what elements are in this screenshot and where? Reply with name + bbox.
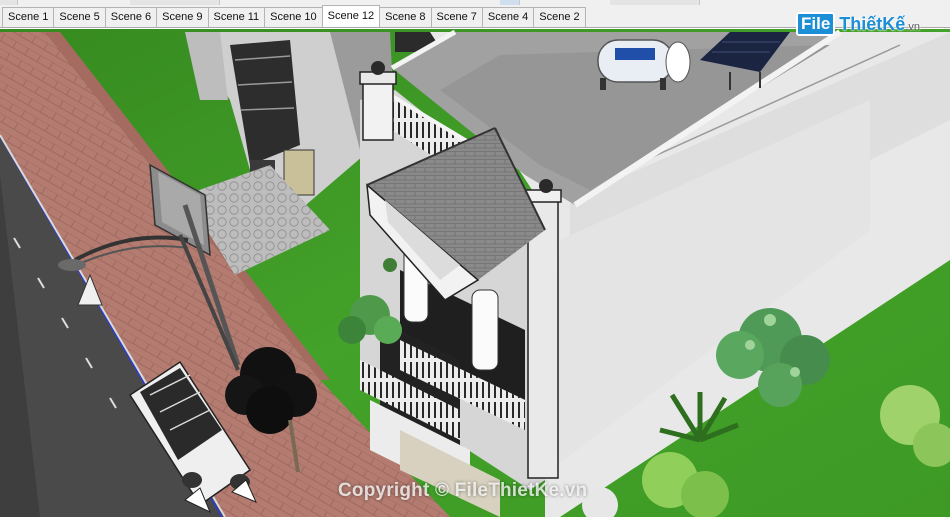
scene-tab-scene-4[interactable]: Scene 4	[481, 7, 535, 27]
scene-tab-scene-10[interactable]: Scene 10	[264, 7, 323, 27]
3d-viewport[interactable]	[0, 29, 950, 517]
logo-suffix: .vn	[905, 20, 920, 33]
scene-tab-scene-8[interactable]: Scene 8	[379, 7, 432, 27]
scene-render	[0, 29, 950, 517]
scene-tab-scene-2[interactable]: Scene 2	[533, 7, 586, 27]
copyright-watermark: Copyright © FileThietKe.vn	[338, 480, 588, 501]
scene-tab-scene-1[interactable]: Scene 1	[2, 7, 55, 27]
scene-tab-scene-6[interactable]: Scene 6	[104, 7, 158, 27]
logo-name: ThiếtKế	[839, 13, 906, 34]
logo-box: File	[796, 12, 836, 36]
scene-tab-scene-7[interactable]: Scene 7	[430, 7, 483, 27]
site-logo: File ThiếtKế.vn	[796, 12, 920, 36]
scene-tab-scene-5[interactable]: Scene 5	[53, 7, 106, 27]
sketchup-window: Scene 1 Scene 5 Scene 6 Scene 9 Scene 11 Scen…	[0, 0, 950, 517]
scene-tab-scene-11[interactable]: Scene 11	[207, 7, 266, 27]
scene-tab-scene-12[interactable]: Scene 12	[321, 5, 381, 27]
scene-tab-scene-9[interactable]: Scene 9	[156, 7, 209, 27]
